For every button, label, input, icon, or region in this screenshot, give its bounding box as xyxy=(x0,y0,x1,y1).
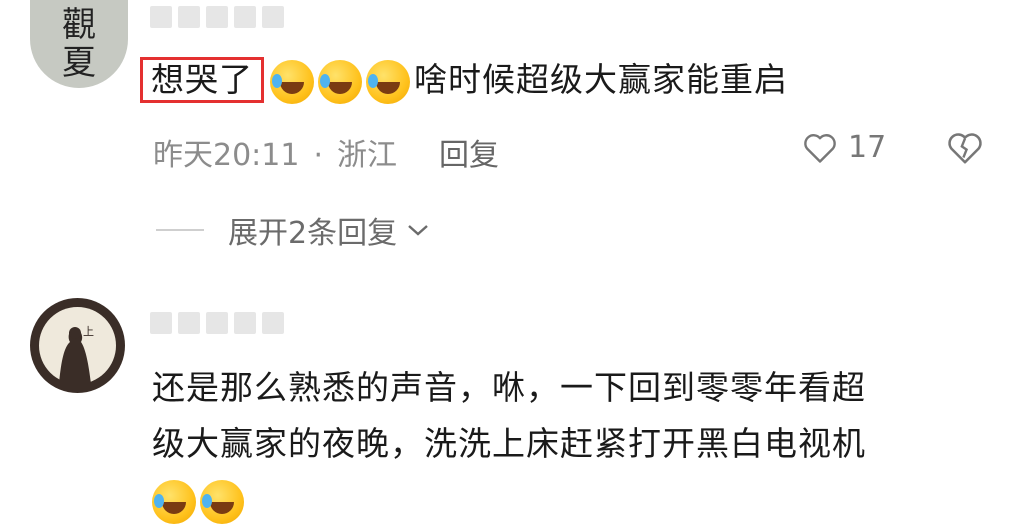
avatar[interactable]: 觀 夏 xyxy=(30,0,128,88)
comment-text: 想哭了 啥时候超级大赢家能重启 xyxy=(140,52,788,108)
timestamp: 昨天20:11 xyxy=(153,138,300,173)
emoji-row xyxy=(152,472,866,528)
heart-icon xyxy=(804,133,836,163)
laughing-crying-emoji-icon xyxy=(270,59,314,104)
reply-button[interactable]: 回复 xyxy=(439,138,499,173)
highlighted-phrase: 想哭了 xyxy=(140,57,264,103)
broken-heart-icon xyxy=(948,133,982,164)
username-blurred[interactable] xyxy=(150,312,290,338)
like-count: 17 xyxy=(848,130,887,165)
avatar-glyph-2: 夏 xyxy=(62,43,96,83)
crying-emoji-icon xyxy=(152,479,196,524)
avatar-mark: 上 xyxy=(83,325,94,338)
comment-item-1: 觀 夏 想哭了 啥时候超级大赢家能重启 昨天20:11 · 浙江 回复 17 展开2条回… xyxy=(0,0,1025,280)
comment-body-line-2: 级大赢家的夜晚，洗洗上床赶紧打开黑白电视机 xyxy=(152,424,866,463)
location: 浙江 xyxy=(337,138,398,173)
comment-body: 啥时候超级大赢家能重启 xyxy=(414,60,788,99)
comment-item-2: 上 还是那么熟悉的声音，咻，一下回到零零年看超 级大赢家的夜晚，洗洗上床赶紧打开… xyxy=(0,280,1025,524)
silhouette-icon: 上 xyxy=(59,325,94,384)
meta-dot: · xyxy=(313,138,324,173)
avatar[interactable]: 上 xyxy=(30,298,125,393)
expand-replies-button[interactable]: 展开2条回复 xyxy=(156,208,431,252)
username-blurred[interactable] xyxy=(150,6,290,32)
crying-emoji-icon xyxy=(200,479,244,524)
comment-text: 还是那么熟悉的声音，咻，一下回到零零年看超 级大赢家的夜晚，洗洗上床赶紧打开黑白… xyxy=(152,360,866,528)
dislike-button[interactable] xyxy=(946,130,984,170)
like-button[interactable]: 17 xyxy=(802,130,886,165)
expand-label: 展开2条回复 xyxy=(228,216,398,251)
expand-divider xyxy=(156,229,204,231)
avatar-inner: 上 xyxy=(39,307,116,384)
laughing-crying-emoji-icon xyxy=(318,59,362,104)
laughing-crying-emoji-icon xyxy=(366,59,410,104)
comment-meta: 昨天20:11 · 浙江 回复 xyxy=(153,130,499,174)
chevron-down-icon xyxy=(408,225,428,236)
comment-body-line-1: 还是那么熟悉的声音，咻，一下回到零零年看超 xyxy=(152,368,866,407)
avatar-glyph-1: 觀 xyxy=(62,5,96,45)
